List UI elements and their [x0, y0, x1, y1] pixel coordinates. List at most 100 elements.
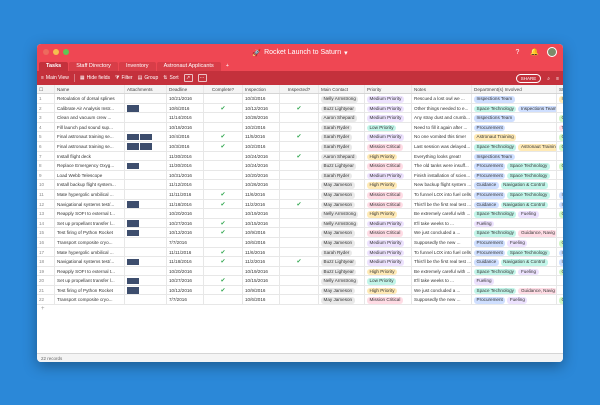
column-header-complete-[interactable]: Complete? — [204, 85, 243, 93]
departments-cell[interactable]: Guidance Navigation & Control — [472, 180, 557, 189]
minimize-window-button[interactable] — [53, 49, 59, 55]
inspection-cell[interactable]: 10/9/2016 — [243, 228, 280, 237]
deadline-cell[interactable]: 11/30/2016 — [167, 161, 204, 170]
deadline-cell[interactable]: 7/7/2016 — [167, 295, 204, 305]
inspected-cell[interactable] — [280, 247, 319, 257]
table-row[interactable]: 14 Set up propellant transfer l... 10/27/2… — [37, 218, 563, 229]
status-cell[interactable]: In prog — [557, 94, 563, 103]
status-cell[interactable] — [557, 180, 563, 189]
main-contact-cell[interactable]: May Jameson — [319, 228, 365, 237]
inspected-cell[interactable]: ✔ — [280, 151, 319, 161]
main-contact-cell[interactable]: Sarah Ryder — [319, 247, 365, 257]
priority-cell[interactable]: Low Priority — [365, 122, 412, 132]
attachments-cell[interactable] — [125, 257, 167, 266]
deadline-cell[interactable]: 10/12/2016 — [167, 285, 204, 295]
name-cell[interactable]: Reapply SOFI to external t... — [55, 266, 125, 276]
notes-cell[interactable]: This'll be the first real test ... — [412, 257, 472, 266]
inspection-cell[interactable]: 10/15/2016 — [243, 218, 280, 228]
departments-cell[interactable]: Guidance Navigation & Control — [472, 199, 557, 209]
complete-cell[interactable] — [204, 237, 243, 247]
table-row[interactable]: 11 Mate hypergolic umbilical ... 11/11/201… — [37, 189, 563, 200]
departments-cell[interactable]: Space Technology Guidance, Navig — [472, 228, 557, 237]
inspection-cell[interactable]: 11/5/2016 — [243, 132, 280, 141]
hide-fields-button[interactable]: ▦ Hide fields — [80, 75, 110, 81]
inspection-cell[interactable]: 10/28/2016 — [243, 113, 280, 122]
table-row[interactable]: 20 Set up propellant transfer l... 10/27/2… — [37, 276, 563, 286]
table-row[interactable]: 13 Reapply SOFI to external t... 10/20/201… — [37, 209, 563, 219]
attachments-cell[interactable] — [125, 151, 167, 161]
complete-cell[interactable]: ✔ — [204, 285, 243, 295]
attachments-cell[interactable] — [125, 113, 167, 122]
priority-cell[interactable]: Medium Priority — [365, 257, 412, 266]
priority-cell[interactable]: High Priority — [365, 266, 412, 276]
status-cell[interactable]: Compl — [557, 142, 563, 151]
deadline-cell[interactable]: 11/18/2016 — [167, 257, 204, 266]
attachments-cell[interactable] — [125, 132, 167, 141]
close-window-button[interactable] — [43, 49, 49, 55]
priority-cell[interactable]: Medium Priority — [365, 218, 412, 228]
inspected-cell[interactable] — [280, 237, 319, 247]
main-contact-cell[interactable]: Buzz Lightyear — [319, 266, 365, 276]
name-cell[interactable]: Fill launch pad sound sup... — [55, 122, 125, 132]
more-icon[interactable]: ⋯ — [197, 74, 207, 82]
priority-cell[interactable]: Medium Priority — [365, 94, 412, 103]
attachments-cell[interactable] — [125, 122, 167, 132]
inspection-cell[interactable]: 10/24/2016 — [243, 161, 280, 170]
main-contact-cell[interactable]: Sarah Ryder — [319, 141, 365, 151]
notes-cell[interactable]: Be extremely careful with ... — [412, 266, 472, 276]
status-cell[interactable] — [557, 219, 563, 228]
inspected-cell[interactable]: ✔ — [280, 257, 319, 266]
departments-cell[interactable]: Procurement Space Technology — [472, 161, 557, 170]
deadline-cell[interactable]: 10/18/2016 — [167, 122, 204, 132]
priority-cell[interactable]: Medium Priority — [365, 132, 412, 141]
inspected-cell[interactable] — [280, 94, 319, 103]
name-cell[interactable]: Transport composite cryo... — [55, 295, 125, 305]
notes-cell[interactable]: Supposedly the new ... — [412, 295, 472, 305]
priority-cell[interactable]: High Priority — [365, 209, 412, 218]
name-cell[interactable]: Calibrate Air Analysis Instr... — [55, 103, 125, 113]
notes-cell[interactable]: No one vomited this time! — [412, 132, 472, 141]
table-row[interactable]: 16 Transport composite cryo... 7/7/2016 10/… — [37, 237, 563, 248]
select-all-checkbox[interactable]: ☐ — [37, 85, 55, 93]
inspection-cell[interactable]: 10/2/2016 — [243, 122, 280, 132]
complete-cell[interactable]: ✔ — [204, 141, 243, 151]
departments-cell[interactable]: Procurement Fueling — [472, 295, 557, 305]
priority-cell[interactable]: Mission Critical — [365, 199, 412, 209]
inspected-cell[interactable] — [280, 266, 319, 276]
deadline-cell[interactable]: 11/30/2016 — [167, 151, 204, 161]
inspected-cell[interactable] — [280, 141, 319, 151]
attachment-thumbnail[interactable] — [127, 277, 139, 285]
status-cell[interactable] — [557, 171, 563, 180]
attachments-cell[interactable] — [125, 218, 167, 228]
departments-cell[interactable]: Fueling — [472, 218, 557, 228]
name-cell[interactable]: Test firing of Python Rocket — [55, 228, 125, 237]
table-row[interactable]: 21 Test firing of Python Rocket 10/12/2016… — [37, 285, 563, 296]
complete-cell[interactable]: ✔ — [204, 132, 243, 141]
notes-cell[interactable]: Any stray dust and crumb... — [412, 113, 472, 122]
priority-cell[interactable]: Mission Critical — [365, 189, 412, 199]
name-cell[interactable]: Reapply SOFI to external t... — [55, 209, 125, 218]
complete-cell[interactable] — [204, 180, 243, 189]
status-cell[interactable]: Compl — [557, 209, 563, 218]
departments-cell[interactable]: Procurement Space Technology — [472, 189, 557, 199]
notes-cell[interactable]: Need to fill it again after ... — [412, 122, 472, 132]
main-contact-cell[interactable]: Aaron Shepard — [319, 151, 365, 161]
attachments-cell[interactable] — [125, 247, 167, 257]
notes-cell[interactable]: Rescued a lost owl we ... — [412, 94, 472, 103]
main-contact-cell[interactable]: May Jameson — [319, 295, 365, 305]
table-row[interactable]: 15 Test firing of Python Rocket 10/12/2016… — [37, 228, 563, 238]
column-header-attachments[interactable]: Attachments — [125, 85, 167, 93]
name-cell[interactable]: Retoulation of dorsal splines — [55, 94, 125, 103]
inspected-cell[interactable] — [280, 170, 319, 180]
attachment-thumbnail[interactable] — [127, 258, 139, 266]
attachments-cell[interactable] — [125, 266, 167, 276]
attachments-cell[interactable] — [125, 209, 167, 218]
status-cell[interactable]: Compl — [557, 267, 563, 276]
table-row[interactable]: 4 Fill launch pad sound sup... 10/18/2016 1… — [37, 122, 563, 133]
notes-cell[interactable]: Finish installation of scien... — [412, 170, 472, 180]
name-cell[interactable]: Mate hypergolic umbilical ... — [55, 247, 125, 257]
priority-cell[interactable]: Mission Critical — [365, 161, 412, 170]
main-contact-cell[interactable]: Buzz Lightyear — [319, 257, 365, 266]
priority-cell[interactable]: Mission Critical — [365, 228, 412, 237]
priority-cell[interactable]: Medium Priority — [365, 237, 412, 247]
